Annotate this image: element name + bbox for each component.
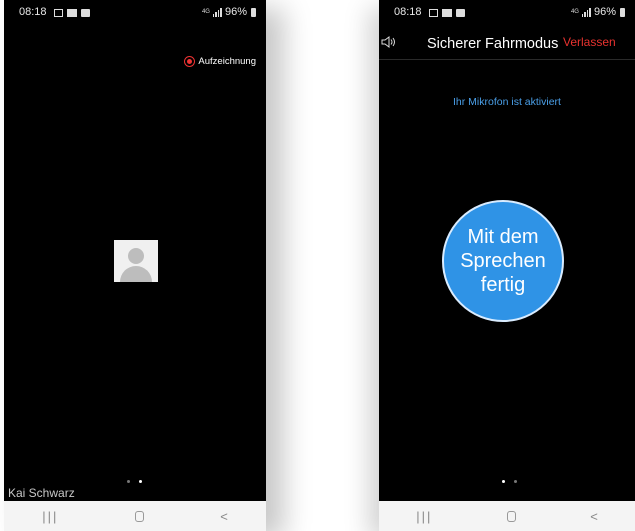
home-button[interactable] [134, 510, 144, 522]
back-button[interactable]: < [590, 509, 598, 524]
android-nav-bar: ||| < [4, 501, 266, 531]
battery-icon [620, 7, 625, 17]
video-icon [456, 9, 465, 17]
network-type: 4G [201, 9, 210, 15]
page-indicator [502, 480, 517, 483]
status-time: 08:18 [19, 6, 47, 18]
back-button[interactable]: < [220, 509, 228, 524]
participant-name: Kai Schwarz [8, 486, 75, 500]
signal-icon [212, 7, 222, 17]
status-bar: 08:18 4G 96% [379, 0, 635, 22]
battery-icon [251, 7, 256, 17]
home-button[interactable] [506, 510, 516, 522]
recent-apps-button[interactable]: ||| [42, 509, 58, 524]
page-title: Sicherer Fahrmodus [427, 36, 559, 52]
recording-indicator[interactable]: Aufzeichnung [184, 56, 256, 67]
recording-label: Aufzeichnung [198, 56, 256, 67]
page-dot-active [139, 480, 142, 483]
mail-icon [67, 9, 77, 17]
gallery-icon [54, 9, 63, 17]
speaker-icon[interactable] [381, 35, 397, 49]
status-bar: 08:18 4G 96% [4, 0, 266, 22]
page-dot [127, 480, 130, 483]
android-nav-bar: ||| < [379, 501, 635, 531]
header-divider [379, 59, 635, 60]
safe-driving-screen: 08:18 4G 96% Sicherer Fahrmodus Verlasse… [379, 0, 635, 531]
battery-percent: 96% [593, 6, 616, 18]
gallery-icon [429, 9, 438, 17]
avatar [114, 240, 158, 282]
page-dot-active [502, 480, 505, 483]
mail-icon [442, 9, 452, 17]
recent-apps-button[interactable]: ||| [416, 509, 432, 524]
done-speaking-button[interactable]: Mit dem Sprechen fertig [442, 200, 564, 322]
status-time: 08:18 [394, 6, 422, 18]
video-icon [81, 9, 90, 17]
status-indicators: 4G 96% [202, 6, 256, 18]
mic-status: Ihr Mikrofon ist aktiviert [453, 96, 561, 108]
meeting-screen: 08:18 4G 96% Aufzeichnung Kai Schwarz ||… [4, 0, 266, 531]
page-indicator [127, 480, 142, 483]
battery-percent: 96% [224, 6, 247, 18]
record-icon [184, 56, 196, 67]
page-dot [514, 480, 517, 483]
network-type: 4G [570, 9, 579, 15]
leave-button[interactable]: Verlassen [563, 35, 616, 49]
signal-icon [581, 7, 591, 17]
status-indicators: 4G 96% [571, 6, 625, 18]
